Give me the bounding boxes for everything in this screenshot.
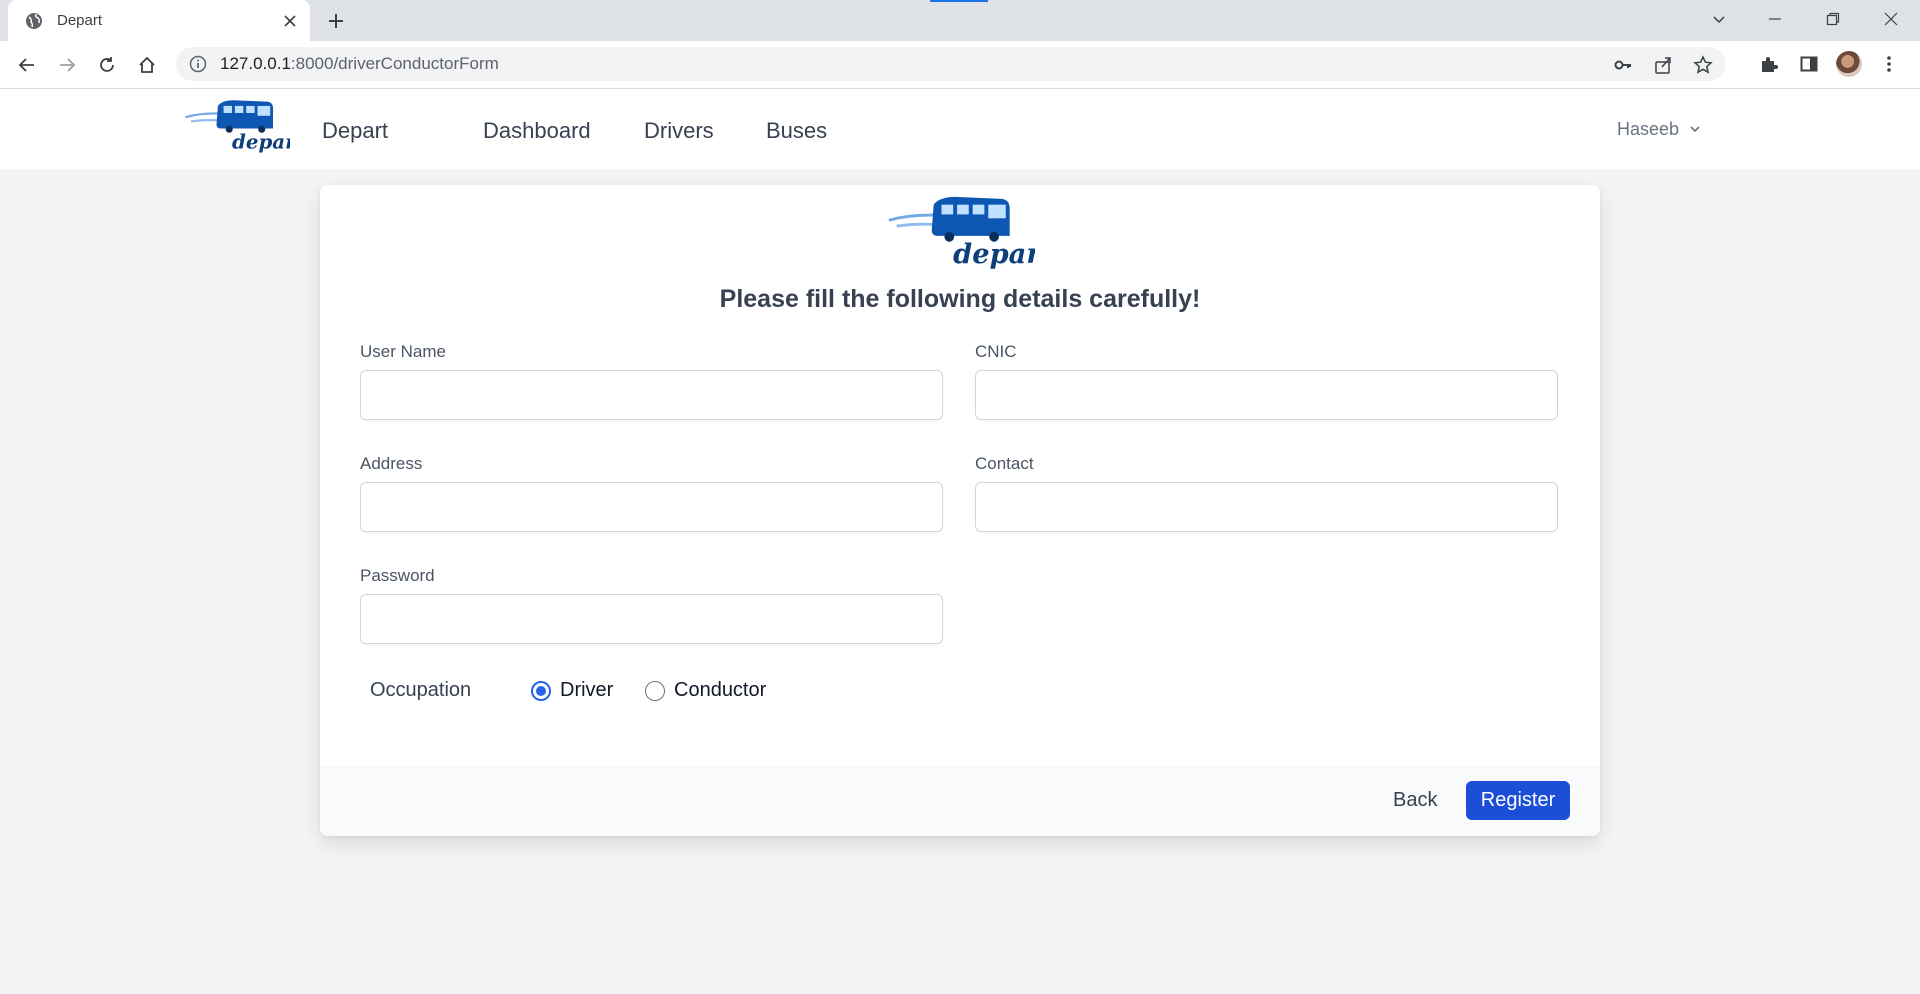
restore-icon[interactable] bbox=[1810, 0, 1856, 37]
close-tab-icon[interactable] bbox=[276, 7, 304, 35]
radio-driver[interactable]: Driver bbox=[531, 679, 613, 702]
tab-loading-indicator bbox=[930, 0, 988, 2]
key-icon[interactable] bbox=[1610, 52, 1636, 78]
nav-drivers[interactable]: Drivers bbox=[644, 118, 714, 144]
close-window-icon[interactable] bbox=[1868, 0, 1914, 37]
logo-large-text: depart bbox=[953, 238, 1035, 269]
nav-buses[interactable]: Buses bbox=[766, 118, 827, 144]
app-navbar: depart Depart Dashboard Drivers Buses Ha… bbox=[0, 89, 1920, 169]
radio-conductor[interactable]: Conductor bbox=[645, 679, 766, 702]
address-input[interactable] bbox=[360, 482, 943, 532]
radio-driver-checked-icon[interactable] bbox=[531, 680, 551, 701]
side-panel-icon[interactable] bbox=[1796, 51, 1822, 77]
browser-tabstrip: Depart bbox=[0, 0, 1920, 41]
username-input[interactable] bbox=[360, 370, 943, 420]
reload-icon[interactable] bbox=[92, 50, 122, 80]
browser-tab[interactable]: Depart bbox=[8, 0, 310, 41]
tab-title: Depart bbox=[57, 12, 103, 29]
register-button[interactable]: Register bbox=[1466, 781, 1570, 820]
url-path: :8000/driverConductorForm bbox=[290, 54, 499, 73]
kebab-menu-icon[interactable] bbox=[1876, 51, 1902, 77]
password-label: Password bbox=[360, 566, 435, 585]
share-icon[interactable] bbox=[1650, 52, 1676, 78]
radio-conductor-label[interactable]: Conductor bbox=[674, 679, 766, 702]
card-footer: Back Register bbox=[320, 766, 1600, 836]
back-arrow-icon[interactable] bbox=[12, 50, 42, 80]
tab-search-chevron-icon[interactable] bbox=[1696, 0, 1742, 37]
extensions-puzzle-icon[interactable] bbox=[1756, 51, 1782, 77]
username-label: User Name bbox=[360, 342, 446, 361]
contact-input[interactable] bbox=[975, 482, 1558, 532]
registration-card: depart Please fill the following details… bbox=[320, 185, 1600, 836]
form-heading: Please fill the following details carefu… bbox=[719, 285, 1201, 313]
minimize-icon[interactable] bbox=[1752, 0, 1798, 37]
url-text: 127.0.0.1:8000/driverConductorForm bbox=[220, 54, 499, 74]
nav-dashboard[interactable]: Dashboard bbox=[483, 118, 591, 144]
forward-arrow-icon[interactable] bbox=[52, 50, 82, 80]
radio-driver-label[interactable]: Driver bbox=[560, 679, 613, 702]
profile-avatar[interactable] bbox=[1836, 51, 1862, 77]
logo-text: depart bbox=[232, 129, 290, 153]
cnic-input[interactable] bbox=[975, 370, 1558, 420]
cnic-label: CNIC bbox=[975, 342, 1017, 361]
address-bar[interactable]: 127.0.0.1:8000/driverConductorForm bbox=[176, 47, 1726, 81]
new-tab-icon[interactable] bbox=[322, 7, 350, 35]
depart-logo-large: depart bbox=[885, 193, 1054, 270]
url-host: 127.0.0.1 bbox=[220, 54, 291, 73]
back-button[interactable]: Back bbox=[1381, 781, 1449, 819]
site-info-icon[interactable] bbox=[188, 54, 208, 74]
depart-logo[interactable]: depart bbox=[184, 97, 305, 153]
bookmark-star-icon[interactable] bbox=[1690, 52, 1716, 78]
address-label: Address bbox=[360, 454, 423, 473]
user-menu[interactable]: Haseeb bbox=[1617, 119, 1701, 140]
globe-icon bbox=[24, 11, 44, 31]
brand-name[interactable]: Depart bbox=[322, 118, 388, 144]
password-input[interactable] bbox=[360, 594, 943, 644]
occupation-label: Occupation bbox=[370, 679, 472, 701]
home-icon[interactable] bbox=[132, 50, 162, 80]
contact-label: Contact bbox=[975, 454, 1034, 473]
radio-conductor-unchecked-icon[interactable] bbox=[645, 680, 665, 701]
chevron-down-icon bbox=[1689, 119, 1701, 140]
browser-toolbar: 127.0.0.1:8000/driverConductorForm bbox=[0, 41, 1920, 89]
user-name: Haseeb bbox=[1617, 119, 1680, 139]
